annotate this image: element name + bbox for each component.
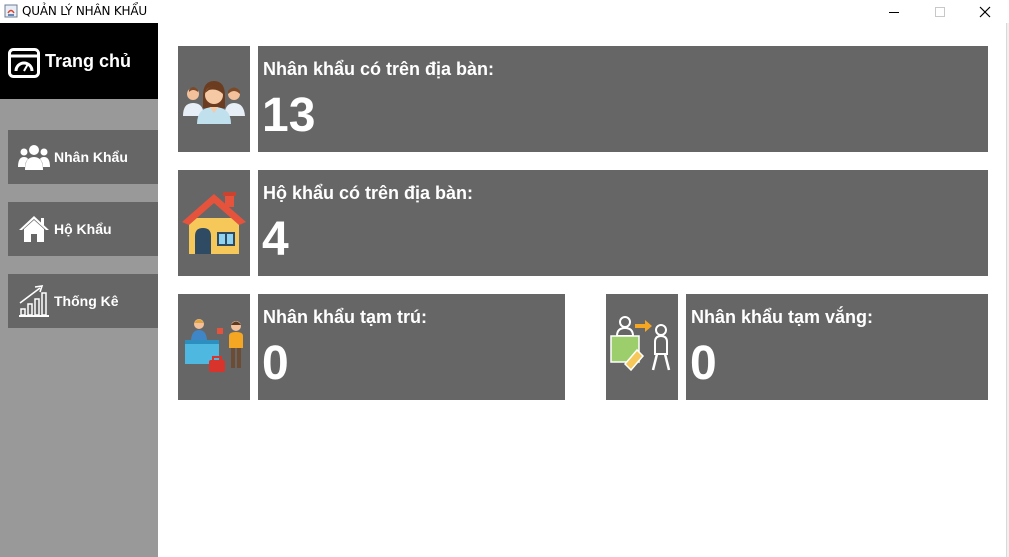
title-bar: QUẢN LÝ NHÂN KHẨU [0, 0, 1009, 23]
card-value: 4 [262, 213, 289, 266]
bar-chart-icon [19, 285, 49, 317]
card-value: 0 [690, 337, 717, 390]
maximize-button[interactable] [917, 0, 963, 23]
sidebar-item-thong-ke[interactable]: Thống Kê [8, 274, 158, 328]
dashboard-icon [8, 48, 40, 78]
card-icon-box [178, 46, 250, 152]
sidebar: Trang chủ Nhân Khẩu Hộ Khẩu Thống Kê [0, 23, 158, 557]
temporary-absence-card: Nhân khẩu tạm vắng: 0 [686, 294, 988, 400]
temporary-residence-card: Nhân khẩu tạm trú: 0 [258, 294, 565, 400]
sidebar-item-nhan-khau[interactable]: Nhân Khẩu [8, 130, 158, 184]
card-label: Nhân khẩu tạm trú: [263, 307, 428, 327]
maximize-icon [935, 7, 945, 17]
users-icon [18, 145, 50, 170]
card-label: Nhân khẩu có trên địa bàn: [263, 59, 495, 79]
card-value: 0 [262, 337, 289, 390]
sidebar-item-label: Hộ Khẩu [54, 221, 112, 237]
sidebar-item-ho-khau[interactable]: Hộ Khẩu [8, 202, 158, 256]
minimize-button[interactable] [871, 0, 917, 23]
house-icon [182, 192, 246, 254]
close-button[interactable] [962, 0, 1008, 23]
sidebar-item-label: Nhân Khẩu [54, 149, 128, 165]
card-icon-box [178, 170, 250, 276]
minimize-icon [889, 12, 899, 13]
household-card: Hộ khẩu có trên địa bàn: 4 [258, 170, 988, 276]
card-icon-box [178, 294, 250, 400]
people-group-icon [183, 81, 245, 124]
home-button[interactable]: Trang chủ [0, 23, 158, 99]
house-icon [19, 216, 49, 242]
sidebar-item-label: Thống Kê [54, 293, 119, 309]
home-label: Trang chủ [45, 51, 132, 71]
traveler-icon [610, 316, 671, 372]
reception-icon [185, 319, 243, 372]
close-icon [979, 6, 991, 18]
card-label: Hộ khẩu có trên địa bàn: [263, 183, 474, 203]
card-value: 13 [262, 89, 316, 142]
card-label: Nhân khẩu tạm vắng: [691, 307, 874, 327]
population-card: Nhân khẩu có trên địa bàn: 13 [258, 46, 988, 152]
window-title: QUẢN LÝ NHÂN KHẨU [22, 4, 147, 18]
card-icon-box [606, 294, 678, 400]
java-app-icon [4, 4, 18, 18]
